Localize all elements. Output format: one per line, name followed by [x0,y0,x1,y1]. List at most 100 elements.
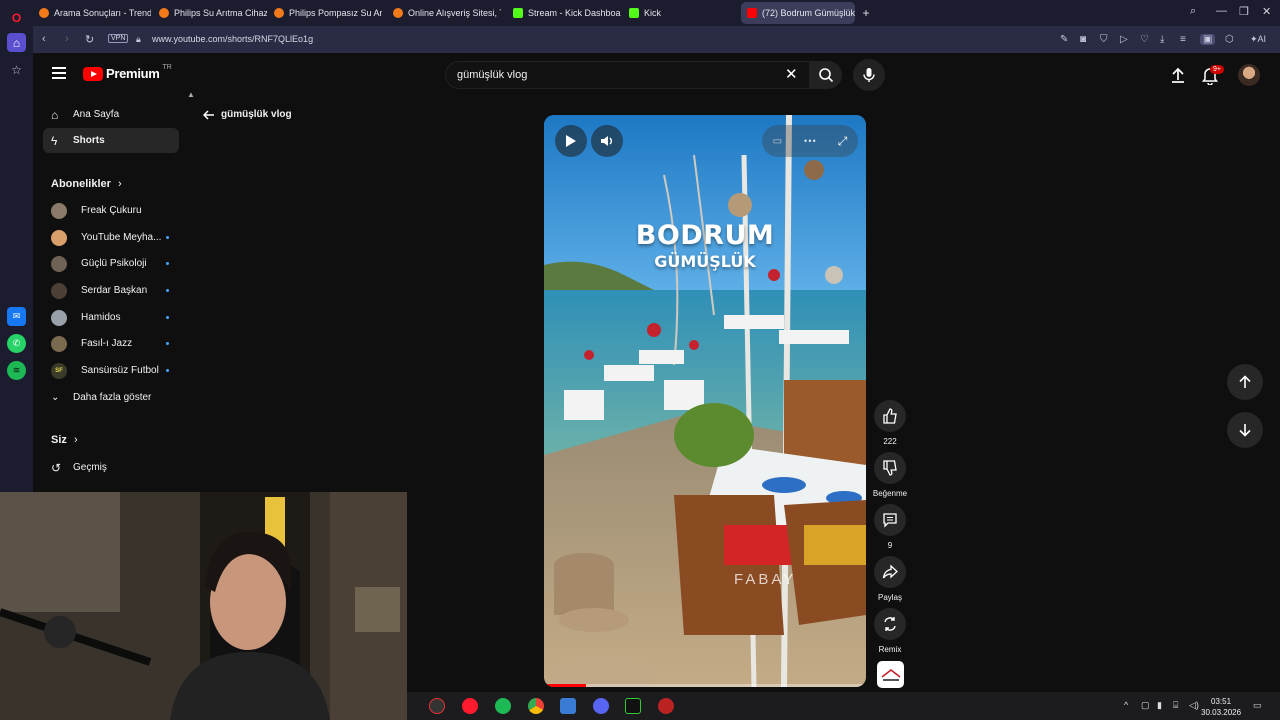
system-clock[interactable]: 03:51 30.03.2026 [1201,696,1241,718]
speaker-icon[interactable]: ◁) [1189,700,1199,711]
arrow-left-icon [203,109,214,120]
tab-label: Stream - Kick Dashboard [528,8,621,18]
restore-icon[interactable]: ❐ [1239,5,1249,18]
channel-sansursuz-futbol[interactable]: SF Sansürsüz Futbol [43,358,179,383]
opera-browser-icon[interactable] [462,698,478,714]
tab-kick[interactable]: Kick [623,2,737,24]
chevron-up-icon[interactable]: ^ [1124,700,1128,710]
next-short-button[interactable] [1227,412,1263,448]
like-action[interactable]: 222 [874,400,906,446]
fabay-logo-icon [881,668,900,681]
dislike-action[interactable]: Beğenme [873,452,907,498]
progress-bar[interactable] [544,684,866,687]
player-icon[interactable]: ▷ [1120,34,1128,45]
play-icon [566,135,576,147]
minimize-icon[interactable]: — [1216,5,1227,17]
spotify-icon[interactable]: ≋ [7,361,26,380]
channel-guclu-psikoloji[interactable]: Güçlü Psikoloji [43,251,179,276]
guide-item-home[interactable]: ⌂ Ana Sayfa [43,102,179,127]
tab-kick-dashboard[interactable]: Stream - Kick Dashboard [507,2,621,24]
cube-icon[interactable]: ⬡ [1225,34,1234,45]
play-button[interactable] [555,125,587,157]
wallet-icon[interactable]: ▣ [1200,34,1216,45]
home-icon[interactable]: ⌂ [7,33,26,52]
whatsapp-icon[interactable]: ✆ [7,334,26,353]
download-icon[interactable]: ⤓ [1160,34,1164,45]
shield-icon[interactable]: ⛉ [1100,34,1108,45]
more-options-icon[interactable]: ⋯ [803,133,816,149]
notifications-icon[interactable]: ▭ [1253,700,1262,711]
vpn-badge[interactable]: VPN [108,34,129,43]
edit-icon[interactable]: ✎ [1060,34,1068,45]
channel-freak-cukuru[interactable]: Freak Çukuru [43,198,179,223]
close-window-icon[interactable]: ✕ [1262,5,1271,18]
share-action[interactable]: Paylaş [874,556,906,602]
aria-ai-button[interactable]: ✦AI [1250,34,1266,45]
tab-trendyol-search[interactable]: Arama Sonuçları - Trendyol [33,2,151,24]
guide-item-history[interactable]: ↺ Geçmiş [43,455,179,480]
messenger-icon[interactable]: ✉ [7,307,26,326]
dislike-button[interactable] [874,452,906,484]
screen-recorder-icon[interactable] [429,698,445,714]
camera-icon[interactable]: ◙ [1080,34,1086,45]
remix-action[interactable]: Remix [874,608,906,654]
opera-gx-icon[interactable] [658,698,674,714]
chrome-icon[interactable] [528,698,544,714]
spotify-taskbar-icon[interactable] [495,698,511,714]
heart-icon[interactable]: ♡ [1140,34,1149,45]
subscriptions-heading[interactable]: Abonelikler › [51,178,122,190]
upload-icon[interactable] [1169,66,1187,84]
search-button[interactable] [810,61,842,89]
account-avatar[interactable] [1238,64,1260,86]
remix-button[interactable] [874,608,906,640]
microphone-tray-icon[interactable]: ▮ [1157,700,1162,711]
hamburger-menu-icon[interactable] [52,67,66,79]
reload-icon[interactable]: ↻ [85,33,94,46]
clear-search-icon[interactable]: ✕ [785,65,798,83]
opera-logo-icon[interactable]: O [7,8,26,27]
comments-button[interactable] [874,504,906,536]
menu-lines-icon[interactable]: ≡ [1180,34,1186,45]
tab-youtube-bodrum[interactable]: (72) Bodrum Gümüşlük - [741,2,855,24]
app-icon[interactable] [560,698,576,714]
show-more-button[interactable]: ⌄ Daha fazla göster [43,385,179,410]
discord-icon[interactable] [593,698,609,714]
share-button[interactable] [874,556,906,588]
you-heading[interactable]: Siz › [51,434,78,446]
chevron-right-icon: › [117,178,122,190]
channel-avatar [51,282,67,299]
channel-serdar-baskan[interactable]: Serdar Başkan [43,278,179,303]
previous-short-button[interactable] [1227,364,1263,400]
comments-action[interactable]: 9 [874,504,906,550]
network-icon[interactable]: ⌸ [1173,700,1178,711]
microphone-icon [863,68,875,82]
volume-button[interactable] [591,125,623,157]
url-field[interactable]: www.youtube.com/shorts/RNF7QLlEo1g [152,34,313,44]
shorts-player[interactable]: ▭ ⋯ ⤢ BODRUM GÜMÜŞLÜK FABAY [544,115,866,687]
forward-icon[interactable]: › [65,33,69,45]
scroll-up-icon[interactable]: ▲ [187,90,195,99]
tab-philips-1[interactable]: Philips Su Arıtma Cihazı Mo [153,2,267,24]
search-back-link[interactable]: gümüşlük vlog [203,109,292,120]
tab-philips-2[interactable]: Philips Pompasız Su Arıtma [268,2,382,24]
fullscreen-icon[interactable]: ⤢ [838,134,848,149]
comment-count: 9 [887,541,893,550]
youtube-premium-logo[interactable]: Premium TR [83,64,172,81]
tab-online-shopping[interactable]: Online Alışveriş Sitesi, Türk [387,2,501,24]
like-button[interactable] [874,400,906,432]
new-tab-button[interactable]: + [856,2,876,24]
copy-icon[interactable]: ▢ [1141,700,1150,711]
search-input[interactable] [457,69,777,81]
search-tabs-icon[interactable]: ⌕ [1190,5,1196,18]
channel-thumbnail[interactable] [877,661,904,688]
channel-youtube-meyhanesi[interactable]: YouTube Meyha... [43,225,179,250]
channel-hamidos[interactable]: Hamidos [43,305,179,330]
back-icon[interactable]: ‹ [42,33,46,45]
channel-fasil-jazz[interactable]: Fasıl-ı Jazz [43,331,179,356]
captions-icon[interactable]: ▭ [773,136,782,147]
kick-taskbar-icon[interactable] [625,698,641,714]
lock-icon[interactable]: 🔒︎ [136,34,141,45]
guide-item-shorts[interactable]: ϟ Shorts [43,128,179,153]
voice-search-button[interactable] [853,59,885,91]
pinboard-icon[interactable]: ☆ [7,60,26,79]
